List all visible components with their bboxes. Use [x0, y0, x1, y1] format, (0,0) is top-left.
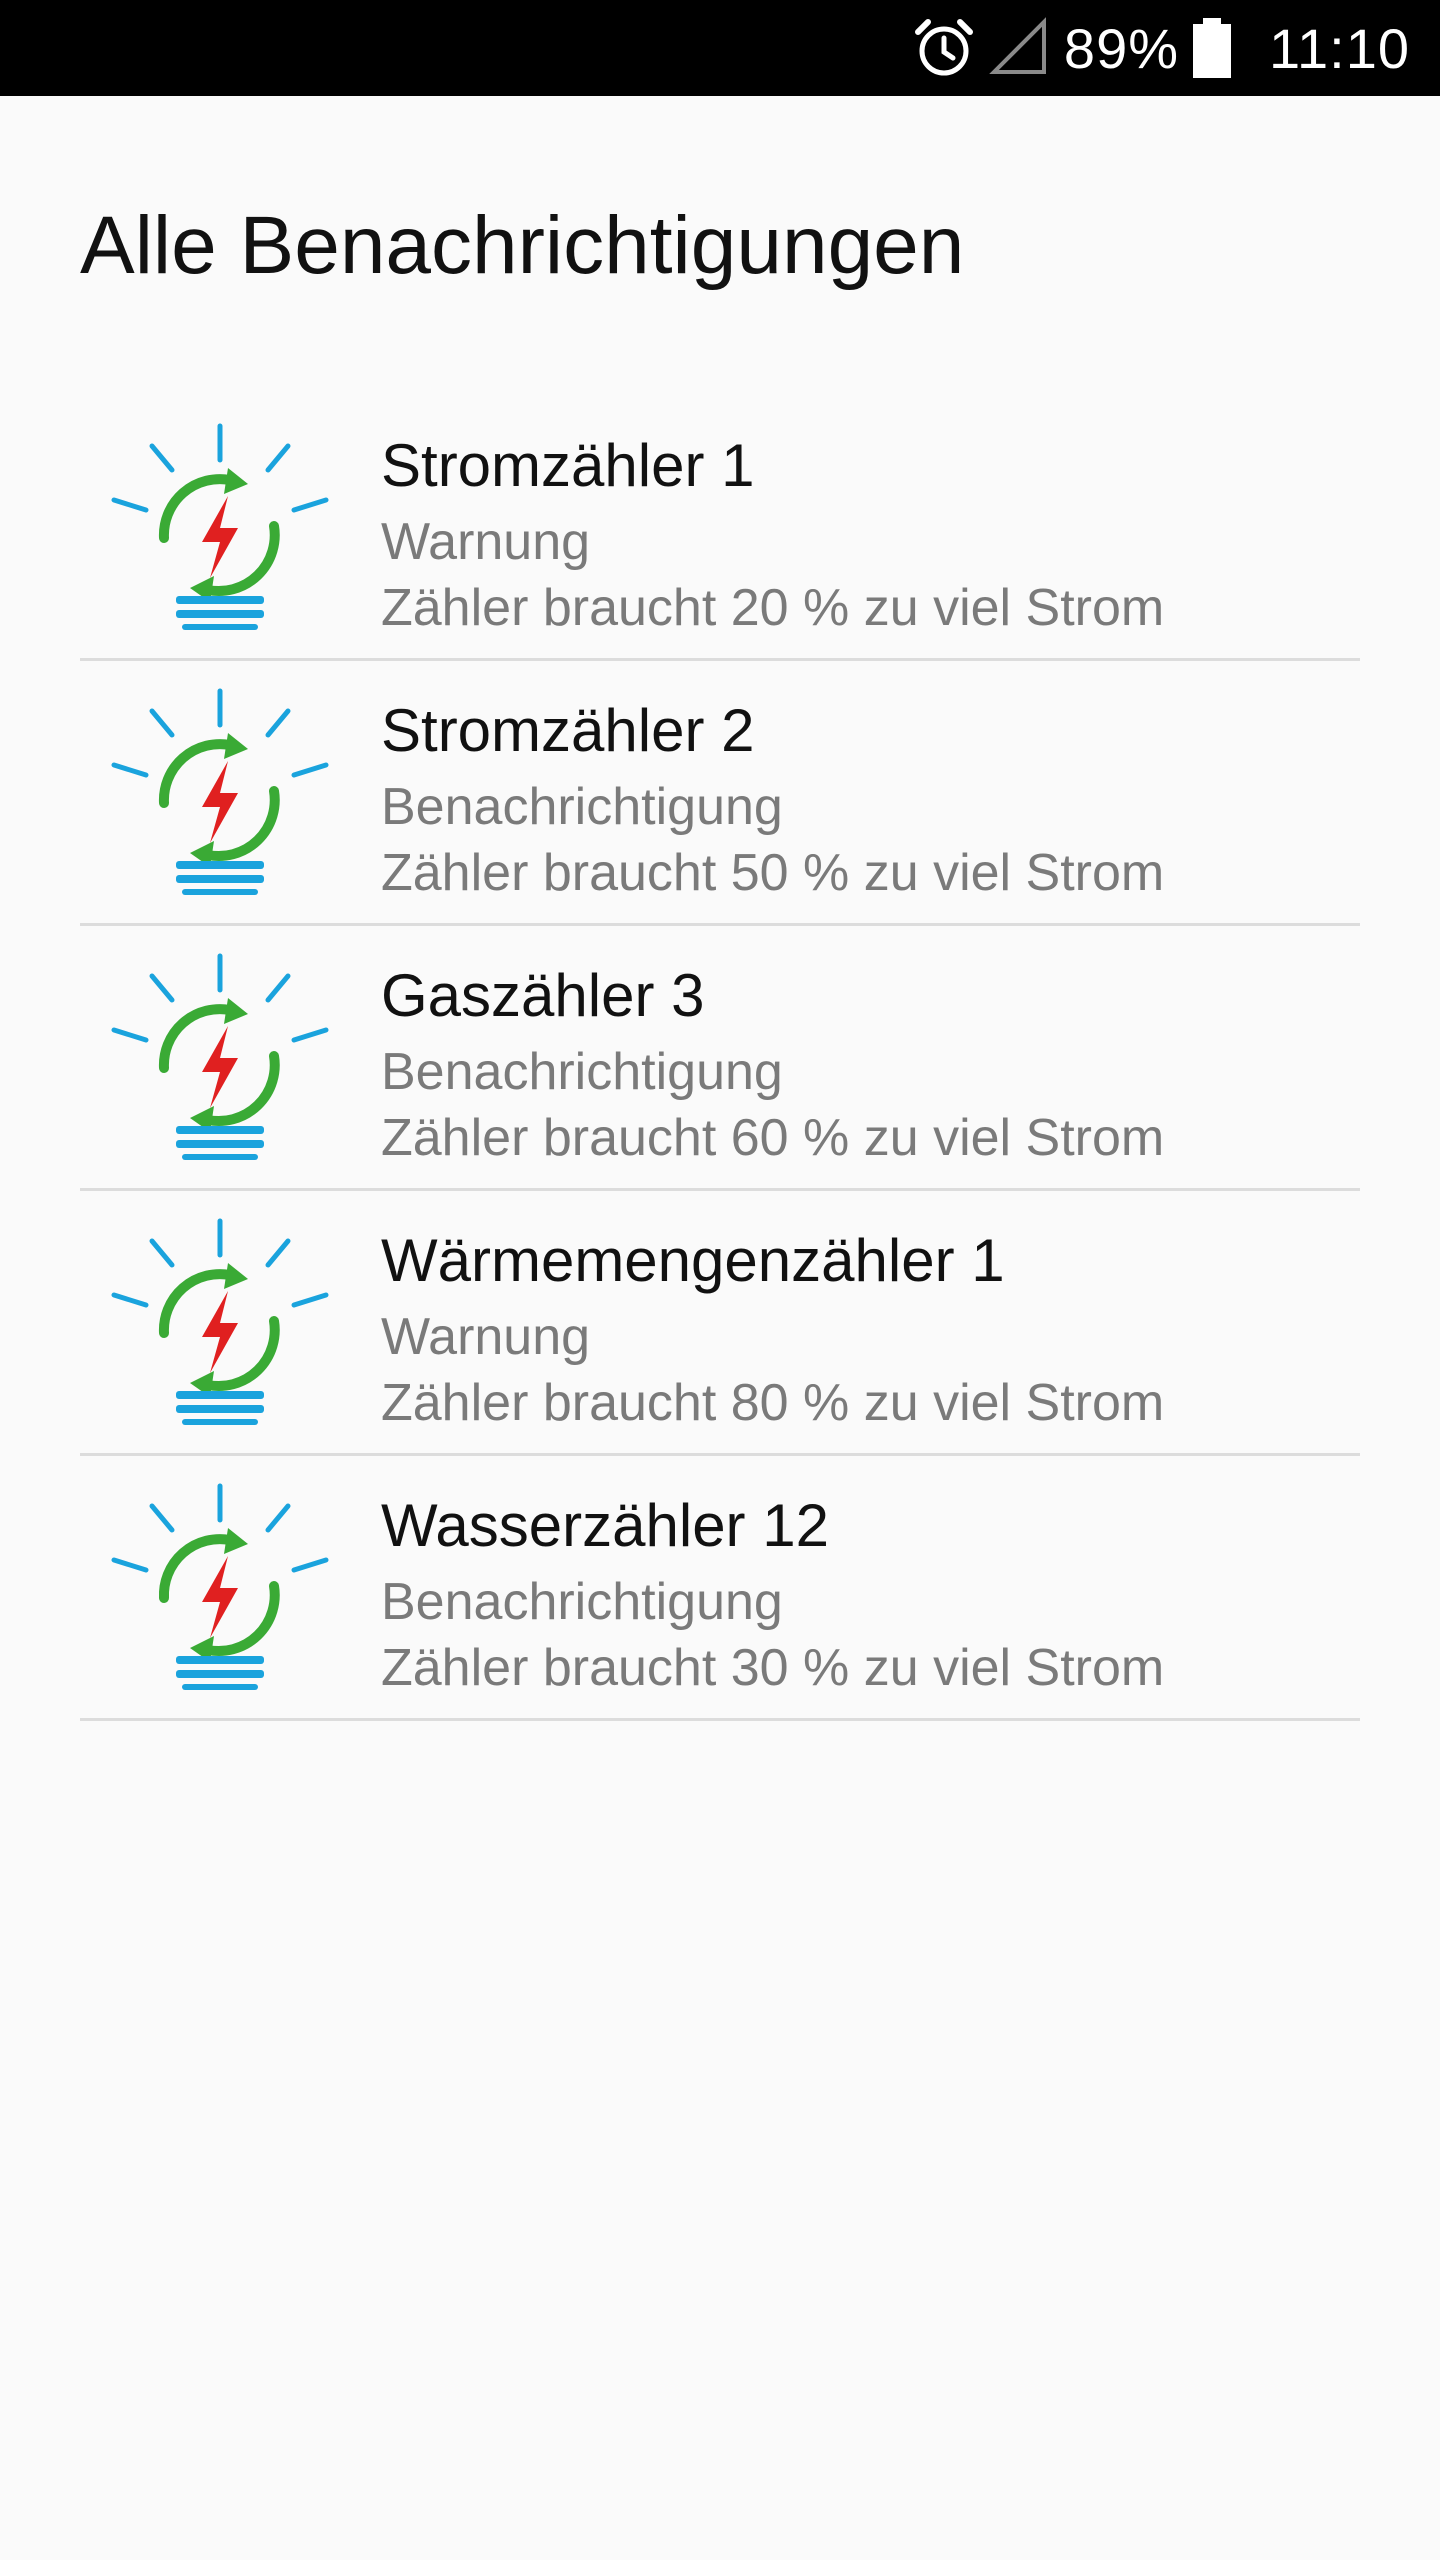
- notification-list: Stromzähler 1 Warnung Zähler braucht 20 …: [80, 396, 1360, 1721]
- notification-message: Zähler braucht 80 % zu viel Strom: [381, 1374, 1165, 1432]
- battery-icon: [1191, 16, 1233, 80]
- notification-type: Benachrichtigung: [381, 1043, 783, 1101]
- notification-type: Benachrichtigung: [381, 1573, 783, 1631]
- status-icons: 89% 11:10: [912, 0, 1410, 96]
- page-title: Alle Benachrichtigungen: [80, 200, 965, 291]
- energy-bulb-icon: [110, 1478, 330, 1698]
- notification-message: Zähler braucht 50 % zu viel Strom: [381, 844, 1165, 902]
- cellular-signal-icon: [988, 16, 1052, 80]
- notification-title: Stromzähler 2: [381, 697, 755, 764]
- energy-bulb-icon: [110, 418, 330, 638]
- notification-title: Wasserzähler 12: [381, 1492, 829, 1559]
- notification-text: Wasserzähler 12 Benachrichtigung Zähler …: [381, 1492, 1165, 1697]
- notification-text: Stromzähler 2 Benachrichtigung Zähler br…: [381, 697, 1165, 902]
- notification-type: Warnung: [381, 513, 591, 571]
- notification-message: Zähler braucht 60 % zu viel Strom: [381, 1109, 1165, 1167]
- notification-text: Wärmemengenzähler 1 Warnung Zähler brauc…: [381, 1227, 1165, 1432]
- notification-message: Zähler braucht 30 % zu viel Strom: [381, 1639, 1165, 1697]
- notification-item[interactable]: Wasserzähler 12 Benachrichtigung Zähler …: [80, 1456, 1360, 1721]
- notification-text: Gaszähler 3 Benachrichtigung Zähler brau…: [381, 962, 1165, 1167]
- clock-time: 11:10: [1269, 16, 1410, 80]
- battery-percent: 89%: [1063, 16, 1180, 80]
- energy-bulb-icon: [110, 948, 330, 1168]
- notification-item[interactable]: Wärmemengenzähler 1 Warnung Zähler brauc…: [80, 1191, 1360, 1456]
- notification-title: Gaszähler 3: [381, 962, 705, 1029]
- energy-bulb-icon: [110, 683, 330, 903]
- notification-title: Wärmemengenzähler 1: [381, 1227, 1005, 1294]
- notification-item[interactable]: Stromzähler 2 Benachrichtigung Zähler br…: [80, 661, 1360, 926]
- notification-item[interactable]: Gaszähler 3 Benachrichtigung Zähler brau…: [80, 926, 1360, 1191]
- notification-type: Warnung: [381, 1308, 591, 1366]
- notification-message: Zähler braucht 20 % zu viel Strom: [381, 579, 1165, 637]
- notification-text: Stromzähler 1 Warnung Zähler braucht 20 …: [381, 432, 1165, 637]
- energy-bulb-icon: [110, 1213, 330, 1433]
- alarm-clock-icon: [912, 16, 976, 80]
- status-bar: 89% 11:10: [0, 0, 1440, 96]
- notification-type: Benachrichtigung: [381, 778, 783, 836]
- notification-item[interactable]: Stromzähler 1 Warnung Zähler braucht 20 …: [80, 396, 1360, 661]
- notification-title: Stromzähler 1: [381, 432, 755, 499]
